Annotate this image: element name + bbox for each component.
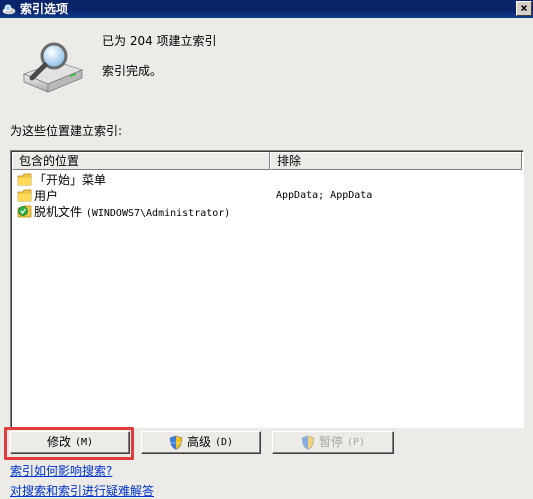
search-index-icon xyxy=(22,42,84,93)
modify-button[interactable]: 修改 (M) xyxy=(10,431,130,454)
list-header: 包含的位置 排除 xyxy=(12,152,522,170)
indexing-options-icon xyxy=(2,4,16,15)
advanced-button[interactable]: 高级 (D) xyxy=(141,431,261,454)
advanced-button-accel: (D) xyxy=(214,437,234,448)
list-item[interactable]: 脱机文件 (WINDOWS7\Administrator) xyxy=(12,204,522,220)
locations-label: 为这些位置建立索引: xyxy=(10,124,123,138)
indexed-locations-list[interactable]: 包含的位置 排除 「开始」菜单 用户 AppData; AppData 脱机文件… xyxy=(10,150,524,428)
advanced-button-label: 高级 xyxy=(186,435,211,449)
list-item[interactable]: 用户 AppData; AppData xyxy=(12,188,522,204)
troubleshoot-search-link[interactable]: 对搜索和索引进行疑难解答 xyxy=(10,482,154,499)
close-button[interactable]: × xyxy=(516,1,532,16)
list-item-name: 「开始」菜单 xyxy=(34,173,107,187)
list-item-name: 脱机文件 (WINDOWS7\Administrator) xyxy=(34,205,231,219)
list-item-exclude: AppData; AppData xyxy=(276,190,373,201)
list-item-name: 用户 xyxy=(34,189,59,203)
window-title: 索引选项 xyxy=(20,2,69,16)
modify-button-accel: (M) xyxy=(74,437,94,448)
how-indexing-affects-search-link[interactable]: 索引如何影响搜索? xyxy=(10,462,112,479)
list-item[interactable]: 「开始」菜单 xyxy=(12,172,522,188)
close-icon: × xyxy=(520,1,528,15)
column-header-included[interactable]: 包含的位置 xyxy=(12,152,270,170)
folder-icon xyxy=(17,189,32,202)
uac-shield-icon xyxy=(169,435,183,450)
indexed-count-text: 已为 204 项建立索引 xyxy=(102,34,217,48)
column-header-exclude[interactable]: 排除 xyxy=(270,152,522,170)
indexing-status-text: 索引完成。 xyxy=(102,64,163,78)
offline-files-icon xyxy=(17,205,32,218)
modify-button-label: 修改 xyxy=(46,435,71,449)
title-bar[interactable]: 索引选项 × xyxy=(0,0,533,18)
folder-icon xyxy=(17,173,32,186)
uac-shield-icon xyxy=(301,435,315,450)
pause-button[interactable]: 暂停 (P) xyxy=(272,431,394,454)
pause-button-label: 暂停 xyxy=(318,435,343,449)
pause-button-accel: (P) xyxy=(346,437,366,448)
